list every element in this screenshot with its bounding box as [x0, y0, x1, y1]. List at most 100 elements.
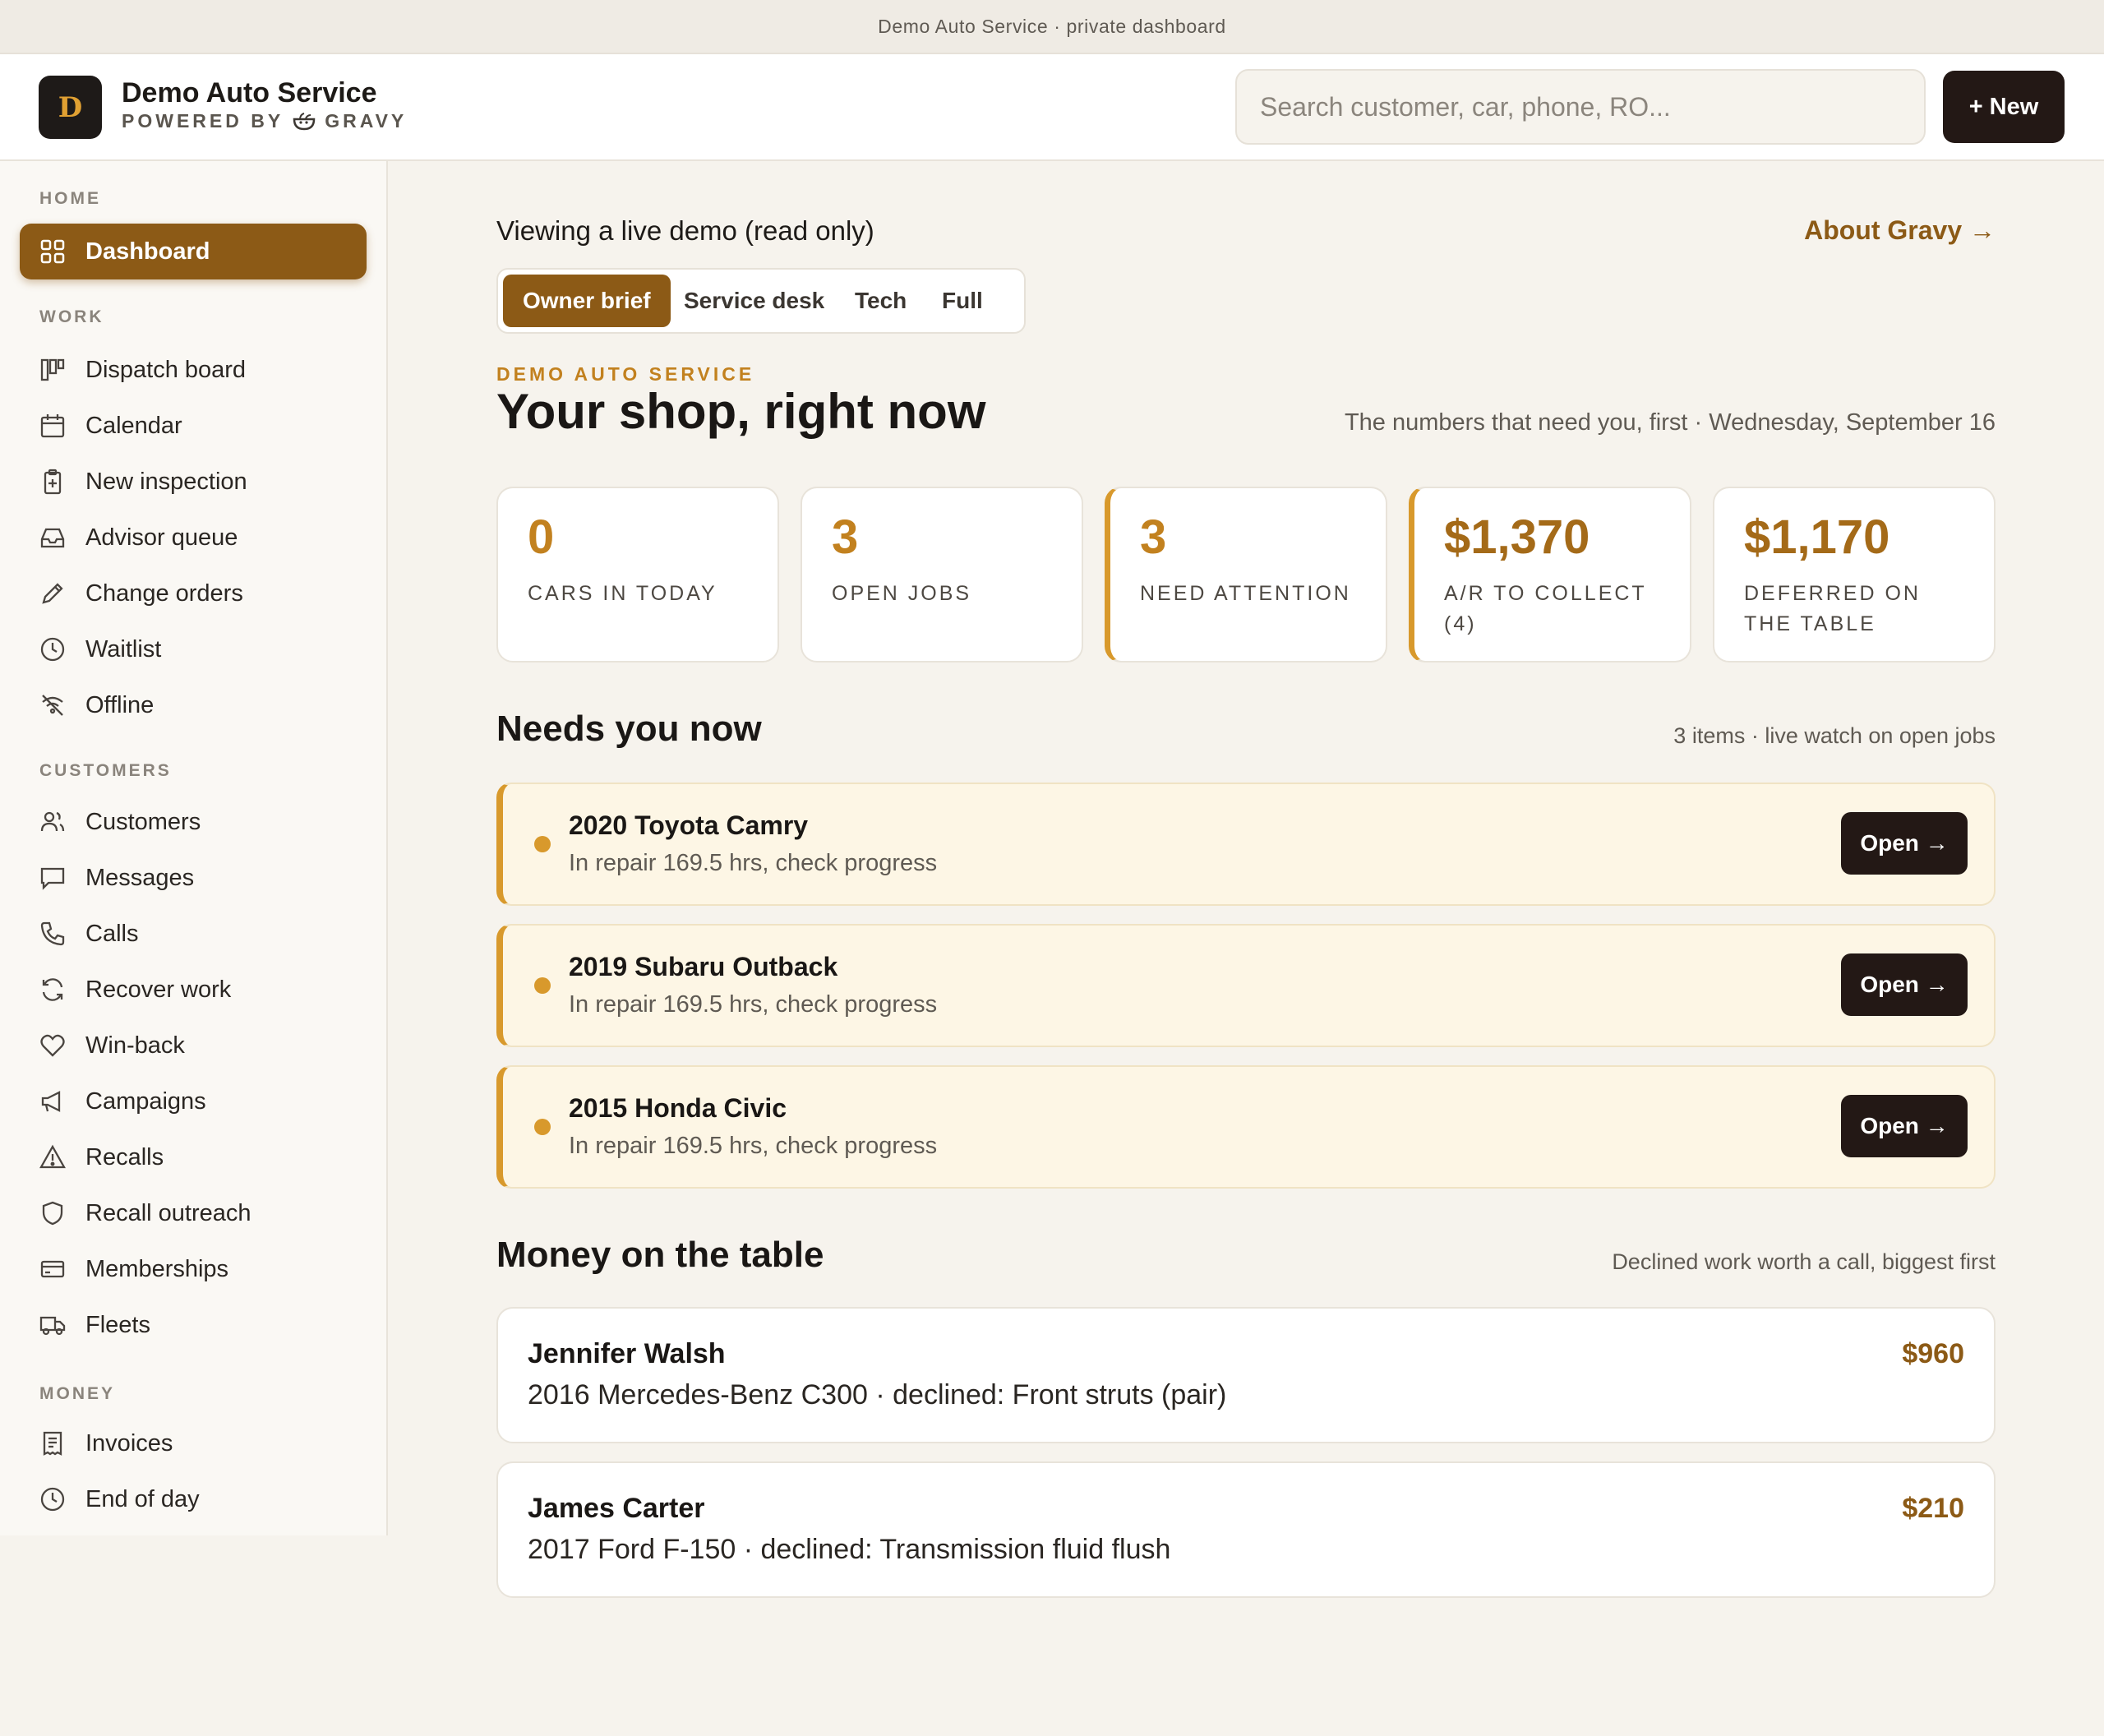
- money-item[interactable]: Jennifer Walsh 2016 Mercedes-Benz C300 ·…: [496, 1307, 1996, 1443]
- tab-full[interactable]: Full: [922, 275, 1003, 327]
- money-section-title: Money on the table: [496, 1235, 824, 1275]
- demo-banner: Demo Auto Service · private dashboard: [0, 0, 2104, 54]
- sidebar-item-recalls[interactable]: Recalls: [20, 1129, 367, 1185]
- money-item[interactable]: James Carter 2017 Ford F-150 · declined:…: [496, 1461, 1996, 1598]
- about-gravy-link[interactable]: About Gravy →: [1804, 215, 1996, 246]
- tab-owner-brief[interactable]: Owner brief: [503, 275, 671, 327]
- clock-icon: [39, 1486, 66, 1512]
- vehicle-status: In repair 169.5 hrs, check progress: [569, 991, 938, 1018]
- customer-name: Jennifer Walsh: [528, 1338, 726, 1369]
- sidebar-item-label: Recover work: [85, 976, 232, 1003]
- search-input[interactable]: [1235, 69, 1926, 145]
- banner-text: Demo Auto Service · private dashboard: [878, 15, 1226, 37]
- needs-item[interactable]: 2020 Toyota Camry In repair 169.5 hrs, c…: [496, 783, 1996, 906]
- declined-detail: 2017 Ford F-150 · declined: Transmission…: [528, 1534, 1171, 1565]
- tab-tech[interactable]: Tech: [835, 275, 926, 327]
- sidebar-item-label: Recalls: [85, 1143, 164, 1170]
- sidebar-item-end-of-day[interactable]: End of day: [20, 1471, 367, 1527]
- tab-service-desk[interactable]: Service desk: [664, 275, 844, 327]
- page-title: Your shop, right now: [496, 384, 986, 439]
- gravy-logo-icon: [292, 111, 316, 132]
- declined-detail: 2016 Mercedes-Benz C300 · declined: Fron…: [528, 1379, 1227, 1410]
- stat-card-ar-to-collect[interactable]: $1,370 A/R TO COLLECT (4): [1409, 487, 1691, 663]
- sidebar-section-work: WORK: [39, 307, 104, 326]
- sidebar-item-waitlist[interactable]: Waitlist: [20, 621, 367, 677]
- warning-icon: [39, 1144, 66, 1170]
- vehicle-status: In repair 169.5 hrs, check progress: [569, 1133, 938, 1159]
- sidebar-item-memberships[interactable]: Memberships: [20, 1241, 367, 1297]
- grid-icon: [39, 238, 66, 265]
- sidebar-item-dashboard[interactable]: Dashboard: [20, 224, 367, 279]
- shop-eyebrow: DEMO AUTO SERVICE: [496, 363, 755, 385]
- open-button[interactable]: Open →: [1841, 1095, 1968, 1157]
- view-tabs: Owner brief Service desk Tech Full: [496, 268, 1026, 334]
- stat-value: $1,170: [1744, 510, 1890, 564]
- stat-label: NEED ATTENTION: [1140, 581, 1351, 605]
- sidebar-item-label: Waitlist: [85, 635, 162, 663]
- megaphone-icon: [39, 1088, 66, 1115]
- stat-value: 0: [528, 510, 555, 564]
- stat-label: DEFERRED ON THE TABLE: [1744, 581, 1921, 636]
- open-button[interactable]: Open →: [1841, 812, 1968, 875]
- sidebar-item-invoices[interactable]: Invoices: [20, 1415, 367, 1471]
- sidebar-item-label: Dispatch board: [85, 356, 247, 383]
- sidebar-item-calendar[interactable]: Calendar: [20, 398, 367, 454]
- sidebar-section-home: HOME: [39, 189, 101, 208]
- sidebar-item-calls[interactable]: Calls: [20, 906, 367, 962]
- brand-name: Demo Auto Service: [122, 77, 377, 108]
- sidebar-section-money: MONEY: [39, 1384, 116, 1403]
- sidebar-item-label: Invoices: [85, 1429, 173, 1457]
- sidebar: HOME Dashboard WORK Dispatch board Calen…: [0, 161, 388, 1535]
- sidebar-item-label: Change orders: [85, 579, 243, 607]
- message-icon: [39, 865, 66, 891]
- sidebar-item-recall-outreach[interactable]: Recall outreach: [20, 1185, 367, 1241]
- stat-card-deferred[interactable]: $1,170 DEFERRED ON THE TABLE: [1713, 487, 1996, 663]
- sidebar-item-label: Messages: [85, 864, 195, 891]
- new-button[interactable]: + New: [1943, 71, 2065, 143]
- stat-label: OPEN JOBS: [832, 581, 972, 605]
- needs-item[interactable]: 2019 Subaru Outback In repair 169.5 hrs,…: [496, 924, 1996, 1047]
- sidebar-item-win-back[interactable]: Win-back: [20, 1018, 367, 1073]
- inbox-icon: [39, 524, 66, 551]
- sidebar-item-advisor-queue[interactable]: Advisor queue: [20, 510, 367, 566]
- customer-name: James Carter: [528, 1493, 705, 1524]
- powered-prefix: POWERED BY: [122, 110, 284, 132]
- phone-icon: [39, 921, 66, 947]
- sidebar-item-fleets[interactable]: Fleets: [20, 1297, 367, 1353]
- sidebar-item-dispatch-board[interactable]: Dispatch board: [20, 342, 367, 398]
- open-button[interactable]: Open →: [1841, 953, 1968, 1016]
- stat-value: 3: [832, 510, 859, 564]
- sidebar-item-campaigns[interactable]: Campaigns: [20, 1073, 367, 1129]
- stat-card-cars-in-today[interactable]: 0 CARS IN TODAY: [496, 487, 779, 663]
- stat-value: 3: [1140, 510, 1167, 564]
- sidebar-item-recover-work[interactable]: Recover work: [20, 962, 367, 1018]
- calendar-icon: [39, 413, 66, 439]
- users-icon: [39, 809, 66, 835]
- sidebar-item-messages[interactable]: Messages: [20, 850, 367, 906]
- powered-by: POWERED BY GRAVY: [122, 110, 407, 132]
- app-header: D Demo Auto Service POWERED BY GRAVY + N…: [0, 54, 2104, 161]
- sidebar-item-label: Win-back: [85, 1032, 185, 1059]
- needs-item[interactable]: 2015 Honda Civic In repair 169.5 hrs, ch…: [496, 1065, 1996, 1189]
- sidebar-item-label: Calls: [85, 920, 139, 947]
- sidebar-section-customers: CUSTOMERS: [39, 761, 172, 780]
- stat-label: CARS IN TODAY: [528, 581, 717, 605]
- money-section-meta: Declined work worth a call, biggest firs…: [1612, 1249, 1996, 1274]
- logo[interactable]: D: [39, 76, 102, 139]
- stat-card-need-attention[interactable]: 3 NEED ATTENTION: [1105, 487, 1387, 663]
- stat-card-open-jobs[interactable]: 3 OPEN JOBS: [801, 487, 1083, 663]
- sidebar-item-new-inspection[interactable]: New inspection: [20, 454, 367, 510]
- sidebar-item-label: Campaigns: [85, 1087, 206, 1115]
- sidebar-item-label: Dashboard: [85, 238, 210, 265]
- sidebar-item-offline[interactable]: Offline: [20, 677, 367, 733]
- sidebar-item-change-orders[interactable]: Change orders: [20, 566, 367, 621]
- stat-label: A/R TO COLLECT (4): [1444, 581, 1647, 636]
- declined-amount: $960: [1902, 1338, 1964, 1369]
- page-subtitle: The numbers that need you, first · Wedne…: [1344, 409, 1996, 436]
- status-dot: [534, 977, 551, 994]
- status-dot: [534, 1119, 551, 1135]
- board-icon: [39, 357, 66, 383]
- sidebar-item-customers[interactable]: Customers: [20, 794, 367, 850]
- stat-value: $1,370: [1444, 510, 1590, 564]
- sidebar-item-label: Fleets: [85, 1311, 150, 1338]
